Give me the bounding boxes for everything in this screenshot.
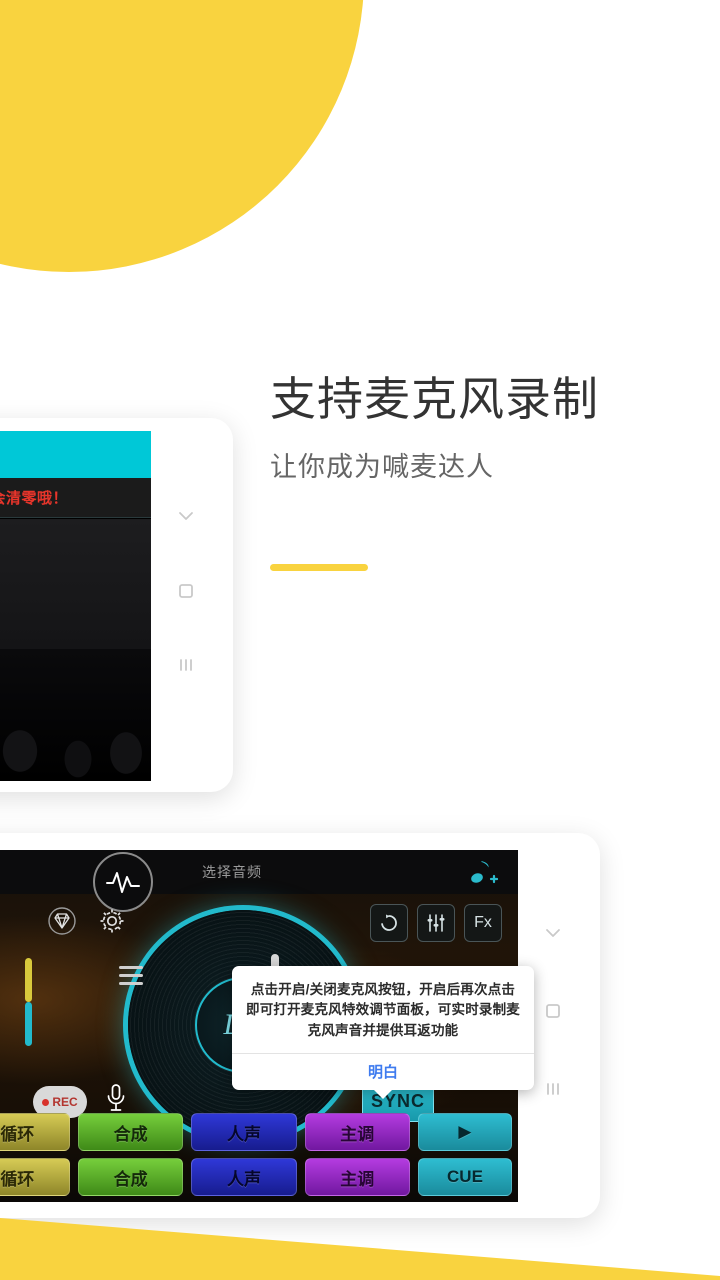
crossfader-knob-left[interactable] <box>25 958 32 1002</box>
page-title: 支持麦克风录制 <box>270 373 599 425</box>
play-button[interactable]: ▶ <box>417 1113 512 1151</box>
crossfader-knob-right[interactable] <box>25 1002 32 1046</box>
points-app-header <box>0 431 151 478</box>
pad-key-1[interactable]: 主调 <box>304 1113 410 1151</box>
three-bars-recents-icon[interactable] <box>177 656 195 674</box>
pad-loop-1[interactable]: 循环 <box>0 1113 70 1151</box>
dj-right-tools: Fx <box>370 904 502 942</box>
page-subtitle: 让你成为喊麦达人 <box>270 452 494 483</box>
tooltip-confirm-button[interactable]: 明白 <box>246 1054 520 1090</box>
waveform-icon[interactable] <box>93 852 153 912</box>
tooltip-message: 点击开启/关闭麦克风按钮，开启后再次点击即可打开麦克风特效调节面板，可实时录制麦… <box>246 982 520 1038</box>
decorative-yellow-circle <box>0 0 364 272</box>
android-navbar-top-phone <box>151 418 221 792</box>
fx-button[interactable]: Fx <box>464 904 502 942</box>
points-warning-text: 注意：卸载后积分将会清零哦！ <box>0 478 151 518</box>
music-note-plus-icon[interactable] <box>468 858 499 893</box>
select-audio-right[interactable]: 选择音频 <box>202 862 262 882</box>
chevron-down-icon[interactable] <box>543 923 563 943</box>
points-app-screen: 注意：卸载后积分将会清零哦！ AD 广告 +50积分 去观看 <box>0 431 151 781</box>
equalizer-button[interactable] <box>417 904 455 942</box>
loop-button[interactable] <box>370 904 408 942</box>
record-dot-icon <box>42 1098 50 1106</box>
dj-topbar: 选择音频 选择音频 <box>0 850 518 912</box>
pad-row-1: 低音 鼓 循环 合成 人声 主调 ▶ <box>0 1113 512 1151</box>
three-bars-recents-icon[interactable] <box>544 1080 562 1098</box>
headline-block: 支持麦克风录制 让你成为喊麦达人 <box>270 372 700 485</box>
crowd-photo-background <box>0 649 151 781</box>
square-home-icon[interactable] <box>544 1002 562 1020</box>
tooltip-pointer <box>373 1088 393 1099</box>
crossfader-lines <box>119 966 143 990</box>
square-home-icon[interactable] <box>177 582 195 600</box>
diamond-icon[interactable] <box>47 906 77 941</box>
decorative-yellow-wedge <box>0 1150 720 1280</box>
chevron-down-icon[interactable] <box>176 506 196 526</box>
accent-underline-bar <box>270 564 368 571</box>
promo-screenshot: 注意：卸载后积分将会清零哦！ AD 广告 +50积分 去观看 <box>0 0 720 1280</box>
gear-icon[interactable] <box>97 906 127 941</box>
points-app-body: AD 广告 +50积分 去观看 <box>0 519 151 781</box>
microphone-tooltip-dialog: 点击开启/关闭麦克风按钮，开启后再次点击即可打开麦克风特效调节面板，可实时录制麦… <box>232 966 534 1099</box>
pad-vocal-1[interactable]: 人声 <box>191 1113 297 1151</box>
phone-mockup-points: 注意：卸载后积分将会清零哦！ AD 广告 +50积分 去观看 <box>0 418 233 792</box>
pad-synth-1[interactable]: 合成 <box>77 1113 184 1151</box>
